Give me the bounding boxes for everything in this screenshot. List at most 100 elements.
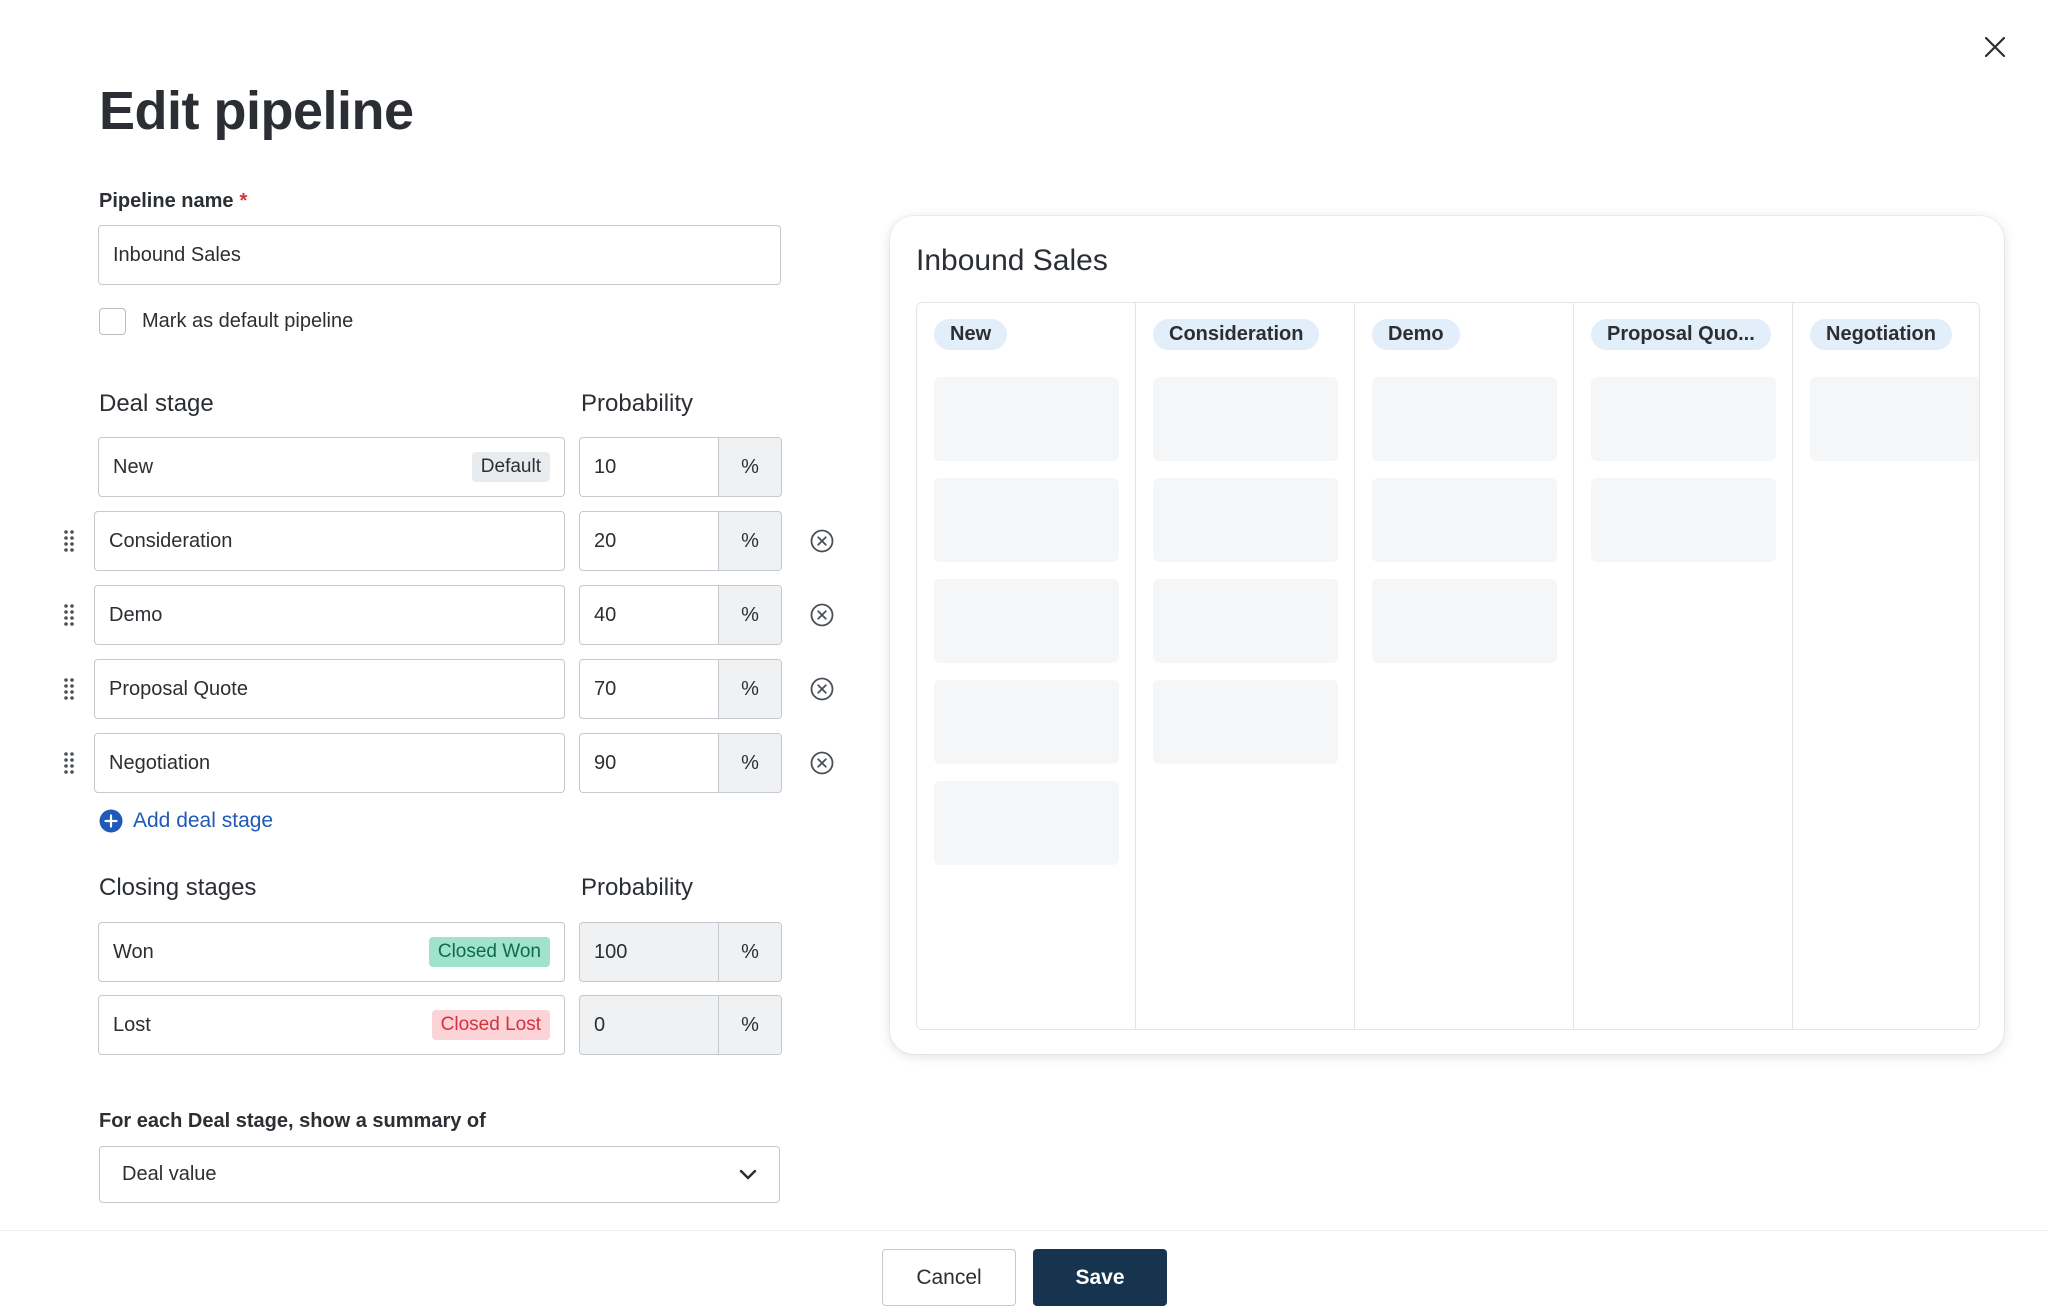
probability-input-demo[interactable]: 40 % [579, 585, 782, 645]
stage-name: New [113, 455, 154, 478]
required-marker: * [239, 190, 248, 212]
preview-column: Proposal Quo... [1574, 303, 1793, 1029]
drag-handle[interactable] [59, 526, 79, 556]
preview-column: Demo [1355, 303, 1574, 1029]
drag-handle-icon [64, 604, 74, 626]
summary-selected-value: Deal value [122, 1163, 217, 1185]
remove-stage-button[interactable] [808, 749, 836, 777]
stage-name: Proposal Quote [109, 677, 248, 700]
pipeline-name-label: Pipeline name * [99, 190, 247, 213]
closed-lost-tag: Closed Lost [431, 1010, 550, 1040]
placeholder-deal-card [1591, 478, 1776, 562]
placeholder-deal-card [1372, 377, 1557, 461]
placeholder-deal-card [1591, 377, 1776, 461]
add-deal-stage-label: Add deal stage [133, 809, 274, 832]
cancel-button[interactable]: Cancel [882, 1249, 1016, 1306]
summary-select[interactable]: Deal value [99, 1146, 780, 1203]
placeholder-deal-card [1153, 680, 1338, 764]
stage-input-proposal-quote[interactable]: Proposal Quote [94, 659, 565, 719]
percent-unit: % [719, 660, 781, 718]
closing-stage-won[interactable]: Won Closed Won [98, 922, 565, 982]
closing-stage-name: Won [113, 940, 154, 963]
dialog-footer [0, 1230, 2048, 1315]
placeholder-deal-card [1810, 377, 1979, 461]
stage-name: Demo [109, 603, 163, 626]
preview-column: Negotiation [1793, 303, 1979, 1029]
summary-label: For each Deal stage, show a summary of [99, 1110, 486, 1132]
default-pipeline-checkbox[interactable] [99, 308, 126, 335]
placeholder-deal-card [1372, 579, 1557, 663]
probability-input-negotiation[interactable]: 90 % [579, 733, 782, 793]
probability-value: 40 [580, 586, 719, 644]
stage-name: Consideration [109, 529, 233, 552]
probability-input-proposal-quote[interactable]: 70 % [579, 659, 782, 719]
probability-input-consideration[interactable]: 20 % [579, 511, 782, 571]
default-tag: Default [471, 452, 550, 482]
placeholder-deal-card [934, 680, 1119, 764]
preview-column: Consideration [1136, 303, 1355, 1029]
placeholder-deal-card [1153, 579, 1338, 663]
chevron-down-icon [739, 1169, 757, 1179]
drag-handle[interactable] [59, 674, 79, 704]
closed-won-tag: Closed Won [428, 937, 550, 967]
stage-input-consideration[interactable]: Consideration [94, 511, 565, 571]
drag-handle-icon [64, 530, 74, 552]
closing-stage-name: Lost [113, 1013, 151, 1036]
remove-stage-button[interactable] [808, 601, 836, 629]
stage-input-new[interactable]: New Default [98, 437, 565, 497]
probability-value: 90 [580, 734, 719, 792]
remove-stage-button[interactable] [808, 527, 836, 555]
placeholder-deal-card [934, 377, 1119, 461]
probability-input-new[interactable]: 10 % [579, 437, 782, 497]
placeholder-deal-card [1153, 478, 1338, 562]
closing-stages-heading: Closing stages [99, 874, 257, 901]
preview-board: New Consideration Demo Proposal Quo... N… [916, 302, 1980, 1030]
placeholder-deal-card [934, 478, 1119, 562]
drag-handle[interactable] [59, 748, 79, 778]
page-title: Edit pipeline [99, 81, 414, 141]
probability-value: 20 [580, 512, 719, 570]
remove-circle-icon [810, 751, 834, 775]
percent-unit: % [719, 438, 781, 496]
preview-column: New [917, 303, 1136, 1029]
preview-column-label: Consideration [1153, 319, 1320, 350]
close-button[interactable] [1978, 30, 2012, 64]
pipeline-name-label-text: Pipeline name [99, 190, 234, 212]
probability-value: 0 [580, 996, 719, 1054]
preview-column-label: New [934, 319, 1008, 350]
plus-circle-icon [99, 809, 123, 833]
stage-input-negotiation[interactable]: Negotiation [94, 733, 565, 793]
closing-stage-lost[interactable]: Lost Closed Lost [98, 995, 565, 1055]
probability-input-lost: 0 % [579, 995, 782, 1055]
remove-stage-button[interactable] [808, 675, 836, 703]
percent-unit: % [719, 734, 781, 792]
preview-column-label: Demo [1372, 319, 1460, 350]
remove-circle-icon [810, 529, 834, 553]
pipeline-name-input[interactable]: Inbound Sales [98, 225, 781, 285]
deal-stage-heading: Deal stage [99, 390, 214, 417]
pipeline-name-value: Inbound Sales [113, 243, 241, 266]
percent-unit: % [719, 923, 781, 981]
placeholder-deal-card [1372, 478, 1557, 562]
placeholder-deal-card [1153, 377, 1338, 461]
placeholder-deal-card [934, 579, 1119, 663]
drag-handle-icon [64, 752, 74, 774]
drag-handle-icon [64, 678, 74, 700]
default-pipeline-option[interactable]: Mark as default pipeline [99, 308, 353, 335]
probability-value: 100 [580, 923, 719, 981]
stage-input-demo[interactable]: Demo [94, 585, 565, 645]
probability-heading: Probability [581, 390, 694, 417]
percent-unit: % [719, 586, 781, 644]
preview-title: Inbound Sales [916, 244, 1108, 277]
add-deal-stage-button[interactable]: Add deal stage [99, 809, 273, 833]
preview-column-label: Proposal Quo... [1591, 319, 1771, 350]
preview-column-label: Negotiation [1810, 319, 1952, 350]
placeholder-deal-card [934, 781, 1119, 865]
probability-input-won: 100 % [579, 922, 782, 982]
remove-circle-icon [810, 677, 834, 701]
save-button[interactable]: Save [1033, 1249, 1167, 1306]
stage-name: Negotiation [109, 751, 211, 774]
closing-probability-heading: Probability [581, 874, 694, 901]
drag-handle[interactable] [59, 600, 79, 630]
percent-unit: % [719, 512, 781, 570]
